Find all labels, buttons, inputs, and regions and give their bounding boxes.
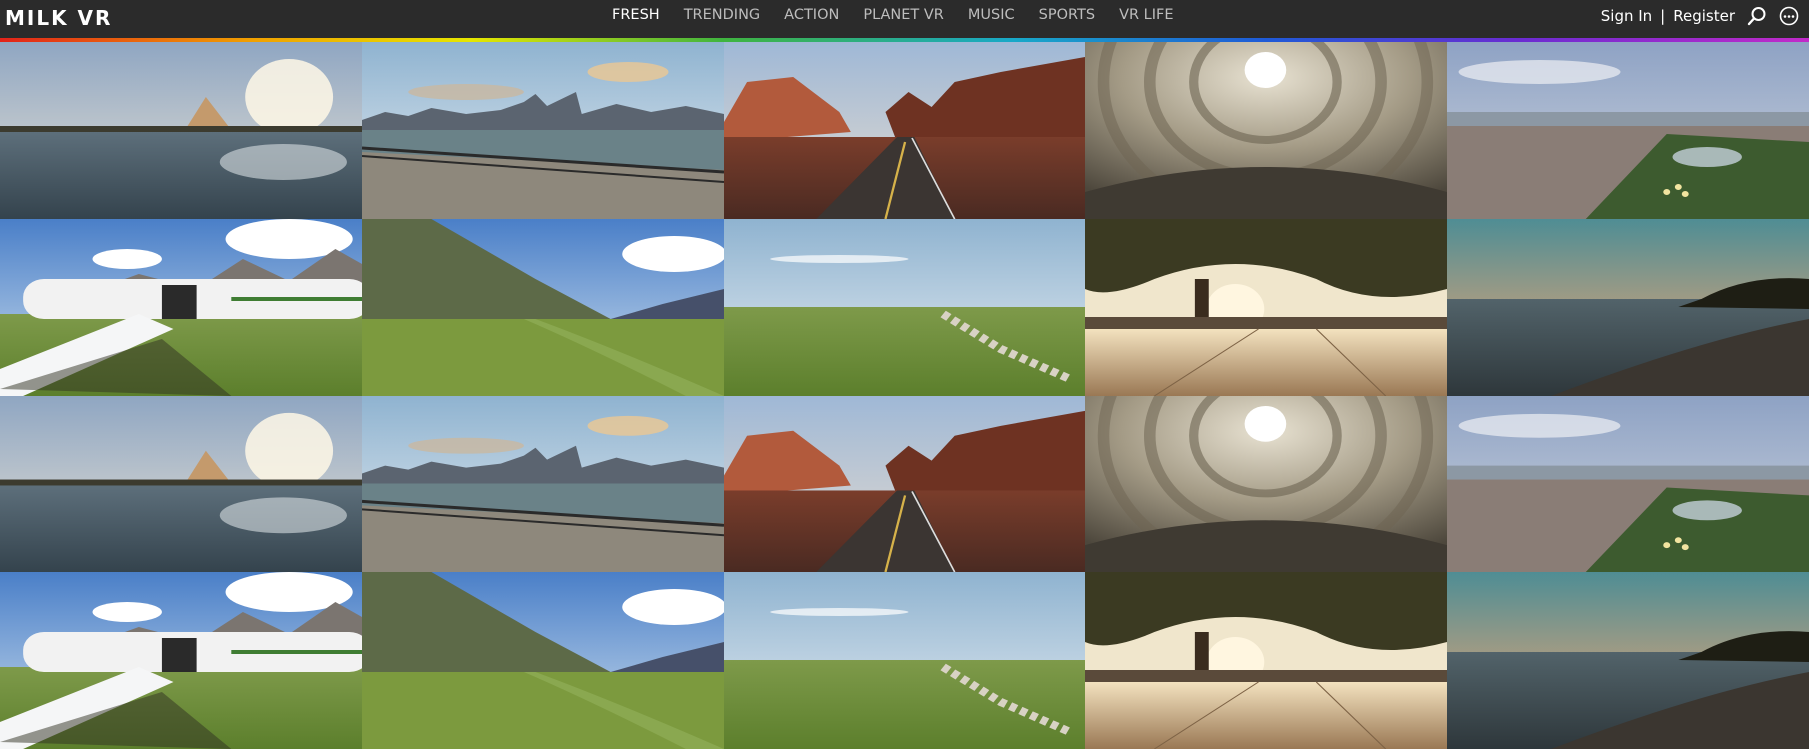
thumbnail-image: [1447, 42, 1809, 219]
category-nav: FRESH TRENDING ACTION PLANET VR MUSIC SP…: [612, 7, 1198, 23]
video-thumbnail-beach-sunset[interactable]: [1447, 219, 1809, 396]
thumbnail-image: [1447, 219, 1809, 396]
video-thumbnail-alpine-valley[interactable]: [362, 572, 724, 749]
video-thumbnail-dome-ceiling[interactable]: [1085, 396, 1447, 572]
thumbnail-image: [1085, 219, 1447, 396]
video-thumbnail-tree-terrace[interactable]: [1085, 219, 1447, 396]
thumbnail-image: [1085, 42, 1447, 219]
thumbnail-image: [724, 42, 1085, 219]
video-thumbnail-dome-ceiling[interactable]: [1085, 42, 1447, 219]
thumbnail-image: [0, 219, 362, 396]
video-thumbnail-desert-road[interactable]: [724, 396, 1085, 572]
top-navigation-bar: MILK VR FRESH TRENDING ACTION PLANET VR …: [0, 0, 1809, 38]
milk-vr-logo[interactable]: MILK VR: [5, 6, 112, 30]
video-thumbnail-city-park-aerial[interactable]: [1447, 396, 1809, 572]
thumbnail-image: [1447, 572, 1809, 749]
video-thumbnail-harbor-skyline[interactable]: [362, 42, 724, 219]
video-thumbnail-tree-terrace[interactable]: [1085, 572, 1447, 749]
video-thumbnail-city-park-aerial[interactable]: [1447, 42, 1809, 219]
thumbnail-image: [724, 572, 1085, 749]
video-thumbnail-lake-pyramid[interactable]: [0, 42, 362, 219]
nav-trending[interactable]: TRENDING: [684, 7, 760, 23]
video-thumbnail-desert-road[interactable]: [724, 42, 1085, 219]
nav-action[interactable]: ACTION: [784, 7, 839, 23]
thumbnail-image: [0, 42, 362, 219]
register-link[interactable]: Register: [1673, 7, 1735, 25]
thumbnail-image: [1085, 396, 1447, 572]
search-icon[interactable]: [1747, 6, 1767, 26]
nav-sports[interactable]: SPORTS: [1039, 7, 1095, 23]
sign-in-link[interactable]: Sign In: [1601, 7, 1652, 25]
more-icon[interactable]: [1779, 6, 1799, 26]
video-thumbnail-lake-pyramid[interactable]: [0, 396, 362, 572]
thumbnail-image: [362, 219, 724, 396]
thumbnail-image: [0, 572, 362, 749]
thumbnail-image: [1085, 572, 1447, 749]
video-thumbnail-plane-mountains[interactable]: [0, 219, 362, 396]
video-thumbnail-grassland-sheep[interactable]: [724, 219, 1085, 396]
video-thumbnail-grassland-sheep[interactable]: [724, 572, 1085, 749]
auth-separator: |: [1660, 7, 1666, 25]
video-grid: [0, 42, 1809, 749]
thumbnail-image: [362, 572, 724, 749]
nav-fresh[interactable]: FRESH: [612, 7, 660, 23]
nav-planet-vr[interactable]: PLANET VR: [863, 7, 944, 23]
video-thumbnail-alpine-valley[interactable]: [362, 219, 724, 396]
thumbnail-image: [1447, 396, 1809, 572]
thumbnail-image: [362, 42, 724, 219]
thumbnail-image: [0, 396, 362, 572]
video-thumbnail-beach-sunset[interactable]: [1447, 572, 1809, 749]
thumbnail-image: [724, 219, 1085, 396]
nav-music[interactable]: MUSIC: [968, 7, 1015, 23]
thumbnail-image: [724, 396, 1085, 572]
auth-links: Sign In | Register: [1601, 6, 1799, 26]
nav-vr-life[interactable]: VR LIFE: [1119, 7, 1173, 23]
thumbnail-image: [362, 396, 724, 572]
video-thumbnail-harbor-skyline[interactable]: [362, 396, 724, 572]
video-thumbnail-plane-mountains[interactable]: [0, 572, 362, 749]
